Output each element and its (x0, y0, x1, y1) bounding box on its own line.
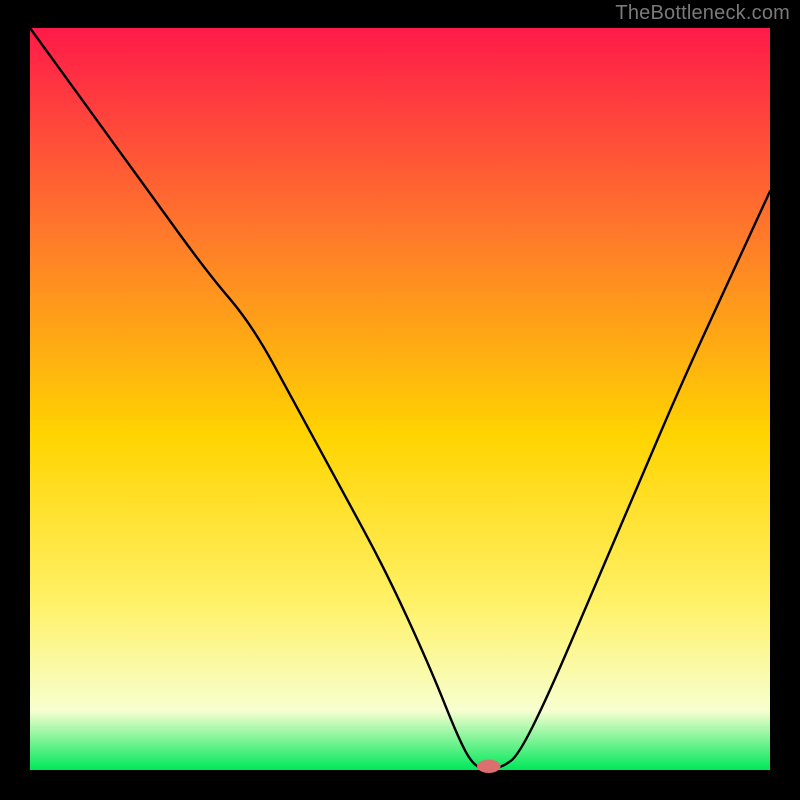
gradient-background (30, 28, 770, 770)
bottleneck-chart (0, 0, 800, 800)
watermark-text: TheBottleneck.com (615, 2, 790, 25)
optimal-marker (477, 760, 501, 773)
chart-frame: TheBottleneck.com (0, 0, 800, 800)
